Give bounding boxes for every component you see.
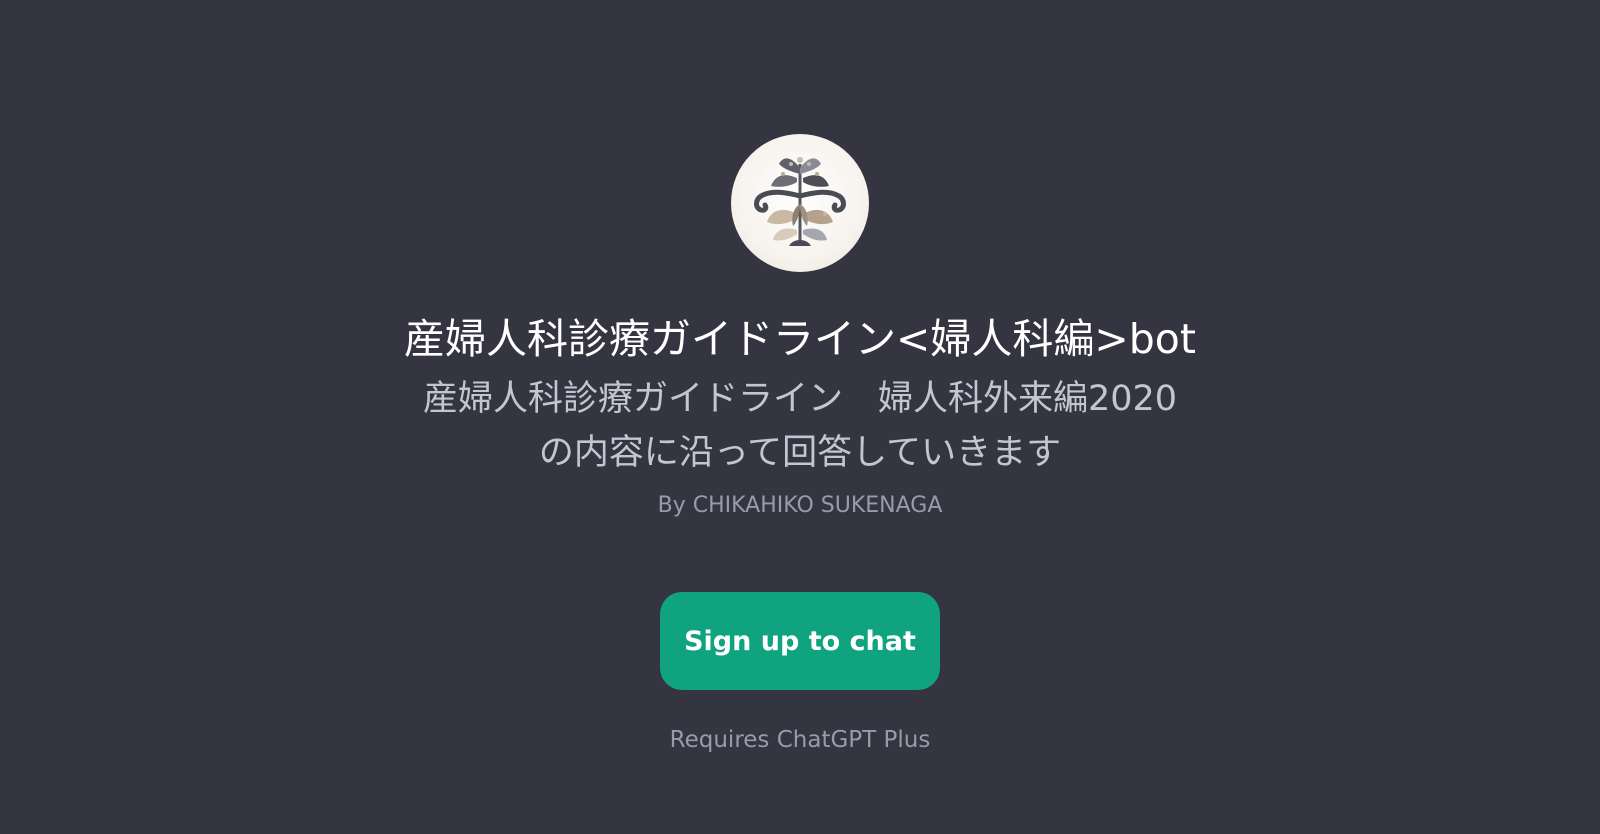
sign-up-to-chat-button[interactable]: Sign up to chat [660,592,940,690]
botanical-leaf-logo-icon [754,157,846,246]
gpt-avatar [731,134,869,272]
gpt-author: By CHIKAHIKO SUKENAGA [657,493,943,518]
gpt-title: 産婦人科診療ガイドライン<婦人科編>bot [404,315,1196,363]
requirement-note: Requires ChatGPT Plus [669,727,931,753]
gpt-landing-page: 産婦人科診療ガイドライン<婦人科編>bot 産婦人科診療ガイドライン 婦人科外来… [0,0,1600,834]
gpt-description: 産婦人科診療ガイドライン 婦人科外来編2020 の内容に沿って回答していきます [422,379,1178,473]
